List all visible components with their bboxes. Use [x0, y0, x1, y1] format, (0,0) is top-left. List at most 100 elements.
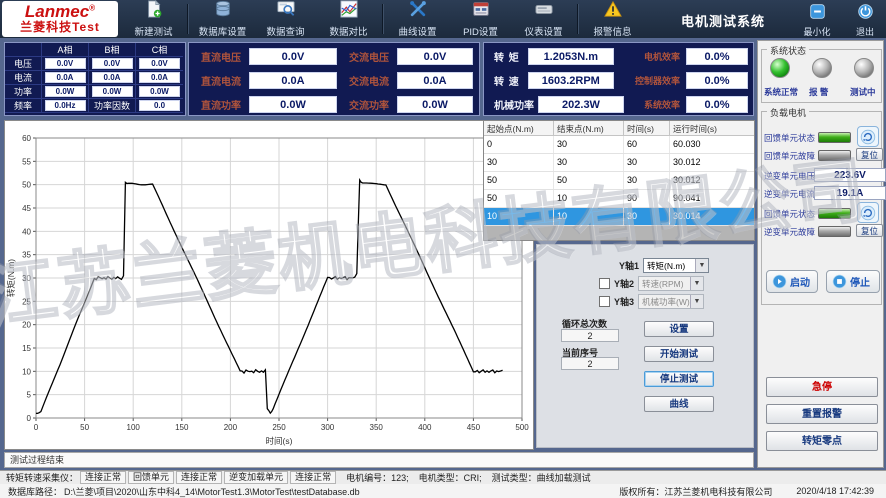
toolbar-button-meter-settings[interactable]: 仪表设置: [512, 0, 575, 38]
phase-measurement-panel: A相 B相 C相 电压 0.0V 0.0V 0.0V 电流 0.0A 0.0A …: [4, 42, 186, 116]
torque-value: 1.2053N.m: [528, 48, 614, 65]
ac-voltage-value: 0.0V: [397, 48, 473, 65]
table-cell: 30: [554, 136, 624, 153]
table-row[interactable]: 50109090.041: [484, 190, 754, 208]
phase-c-voltage: 0.0V: [139, 58, 180, 69]
y-tick-label: 0: [27, 414, 32, 423]
y2-axis-checkbox[interactable]: [599, 278, 610, 289]
speed-value: 1603.2RPM: [528, 72, 614, 89]
y3-axis-label: Y轴3: [614, 295, 634, 308]
toolbar-button-data-query[interactable]: 数据查询: [254, 0, 317, 38]
right-side-panel: 系统状态 系统正常 报 警 测试中 负载电机 回馈单元状态 回馈单元故障 复位 …: [757, 40, 884, 468]
start-test-button[interactable]: 开始测试: [644, 346, 714, 362]
toolbar-button-data-compare[interactable]: 数据对比: [317, 0, 380, 38]
table-cell: 0: [484, 136, 554, 153]
toolbar-button-new-test[interactable]: 新建测试: [122, 0, 185, 38]
header-start-point: 起始点(N.m): [484, 121, 554, 136]
cycle-total-field[interactable]: 2: [561, 329, 619, 342]
lanmec-logo: Lanmec® 兰菱科技Test: [2, 1, 118, 37]
table-row[interactable]: 0306060.030: [484, 136, 754, 154]
toolbar-label: 数据对比: [329, 24, 367, 38]
feedback-reset-button[interactable]: [857, 126, 879, 147]
phase-c-current: 0.0A: [139, 72, 180, 83]
exit-button[interactable]: 退出: [843, 3, 886, 38]
motor-test-system-window: Lanmec® 兰菱科技Test 新建测试 数据库设置 数据查询 数据对比: [0, 0, 886, 498]
inverter-fault-reset-button[interactable]: 复位: [856, 224, 883, 237]
col-header-c: C相: [136, 43, 183, 57]
reset-alarm-button[interactable]: 重置报警: [766, 404, 878, 424]
toolbar-label: 数据查询: [266, 24, 304, 38]
toolbar: 新建测试 数据库设置 数据查询 数据对比 曲线设置 PID设置: [122, 0, 644, 38]
torque-chart-svg: 0501001502002503003504004505000510152025…: [6, 122, 532, 448]
dc-power-label: 直流功率: [201, 97, 241, 112]
table-cell: 10: [554, 190, 624, 207]
y3-axis-dropdown[interactable]: 机械功率(W)▼: [638, 294, 704, 309]
phase-a-voltage: 0.0V: [45, 58, 86, 69]
x-tick-label: 100: [127, 423, 141, 432]
table-cell: 50: [484, 172, 554, 189]
toolbar-label: 新建测试: [134, 24, 172, 38]
ac-power-label: 交流功率: [349, 97, 389, 112]
toolbar-button-pid-settings[interactable]: PID设置: [449, 0, 512, 38]
table-cell: 10: [484, 208, 554, 225]
alarm-label: 报 警: [809, 86, 828, 98]
x-tick-label: 150: [175, 423, 189, 432]
table-row[interactable]: 50503030.012: [484, 172, 754, 190]
feedback-unit-status2-indicator: [818, 208, 851, 219]
start-label: 启动: [790, 274, 810, 289]
table-row[interactable]: 10103030.014: [484, 208, 754, 226]
table-row[interactable]: 30303030.012: [484, 154, 754, 172]
controller-eff-value: 0.0%: [686, 72, 748, 89]
dc-voltage-label: 直流电压: [201, 49, 241, 64]
torque-zero-button[interactable]: 转矩零点: [766, 431, 878, 451]
y1-axis-dropdown[interactable]: 转矩(N.m)▼: [643, 258, 709, 273]
minimize-button[interactable]: 最小化: [795, 3, 839, 38]
ac-current-label: 交流电流: [349, 73, 389, 88]
controller-eff-label: 控制器效率: [635, 74, 680, 87]
chevron-down-icon: ▼: [695, 259, 708, 272]
table-cell: 30: [624, 172, 670, 189]
start-button[interactable]: 启动: [766, 270, 818, 293]
speed-label: 转 速: [494, 73, 520, 88]
power-factor-value: 0.0: [139, 100, 180, 111]
y-axis-label: 转矩(N.m): [6, 259, 16, 297]
feedback-fault-reset-button[interactable]: 复位: [856, 148, 883, 161]
toolbar-button-alarm-info[interactable]: 报警信息: [581, 0, 644, 38]
toolbar-button-database-settings[interactable]: 数据库设置: [191, 0, 254, 38]
meter-icon: [535, 0, 553, 23]
ac-current-value: 0.0A: [397, 72, 473, 89]
table-cell: 50: [484, 190, 554, 207]
testing-label: 测试中: [850, 86, 876, 98]
feedback-unit-label: 回馈单元: [128, 471, 174, 484]
inverter-unit-label: 逆变加载单元: [224, 471, 288, 484]
feedback-unit-status: 连接正常: [176, 471, 222, 484]
load-motor-group-label: 负载电机: [767, 106, 809, 119]
col-header-b: B相: [89, 43, 136, 57]
curve-tools-icon: [409, 0, 427, 23]
stop-label: 停止: [850, 274, 870, 289]
dc-current-label: 直流电流: [201, 73, 241, 88]
y1-axis-value: 转矩(N.m): [644, 260, 695, 272]
y2-axis-dropdown[interactable]: 转速(RPM)▼: [638, 276, 704, 291]
stop-test-button[interactable]: 停止测试: [644, 371, 714, 387]
system-status-group-label: 系统状态: [767, 44, 809, 57]
app-title: 电机测试系统: [648, 11, 798, 30]
emergency-stop-button[interactable]: 急停: [766, 377, 878, 397]
y-tick-label: 5: [27, 391, 32, 400]
current-index-field[interactable]: 2: [561, 357, 619, 370]
copyright-text: 版权所有：江苏兰菱机电科技有限公司: [619, 485, 772, 498]
dcac-measurement-panel: 直流电压0.0V 直流电流0.0A 直流功率0.0W 交流电压0.0V 交流电流…: [188, 42, 480, 116]
inverter-unit-fault-label: 逆变单元故障: [764, 226, 815, 238]
setup-button[interactable]: 设置: [644, 321, 714, 337]
curve-button[interactable]: 曲线: [644, 396, 714, 412]
phase-b-voltage: 0.0V: [92, 58, 133, 69]
table-cell: 90.041: [670, 190, 754, 207]
feedback-reset2-button[interactable]: [857, 202, 879, 223]
stop-button[interactable]: 停止: [826, 270, 880, 293]
test-table-body: 0306060.03030303030.01250503030.01250109…: [484, 136, 754, 226]
row-label-voltage: 电压: [5, 57, 42, 71]
new-test-icon: [145, 0, 163, 23]
toolbar-button-curve-settings[interactable]: 曲线设置: [386, 0, 449, 38]
y3-axis-checkbox[interactable]: [599, 296, 610, 307]
y3-axis-value: 机械功率(W): [639, 296, 690, 308]
